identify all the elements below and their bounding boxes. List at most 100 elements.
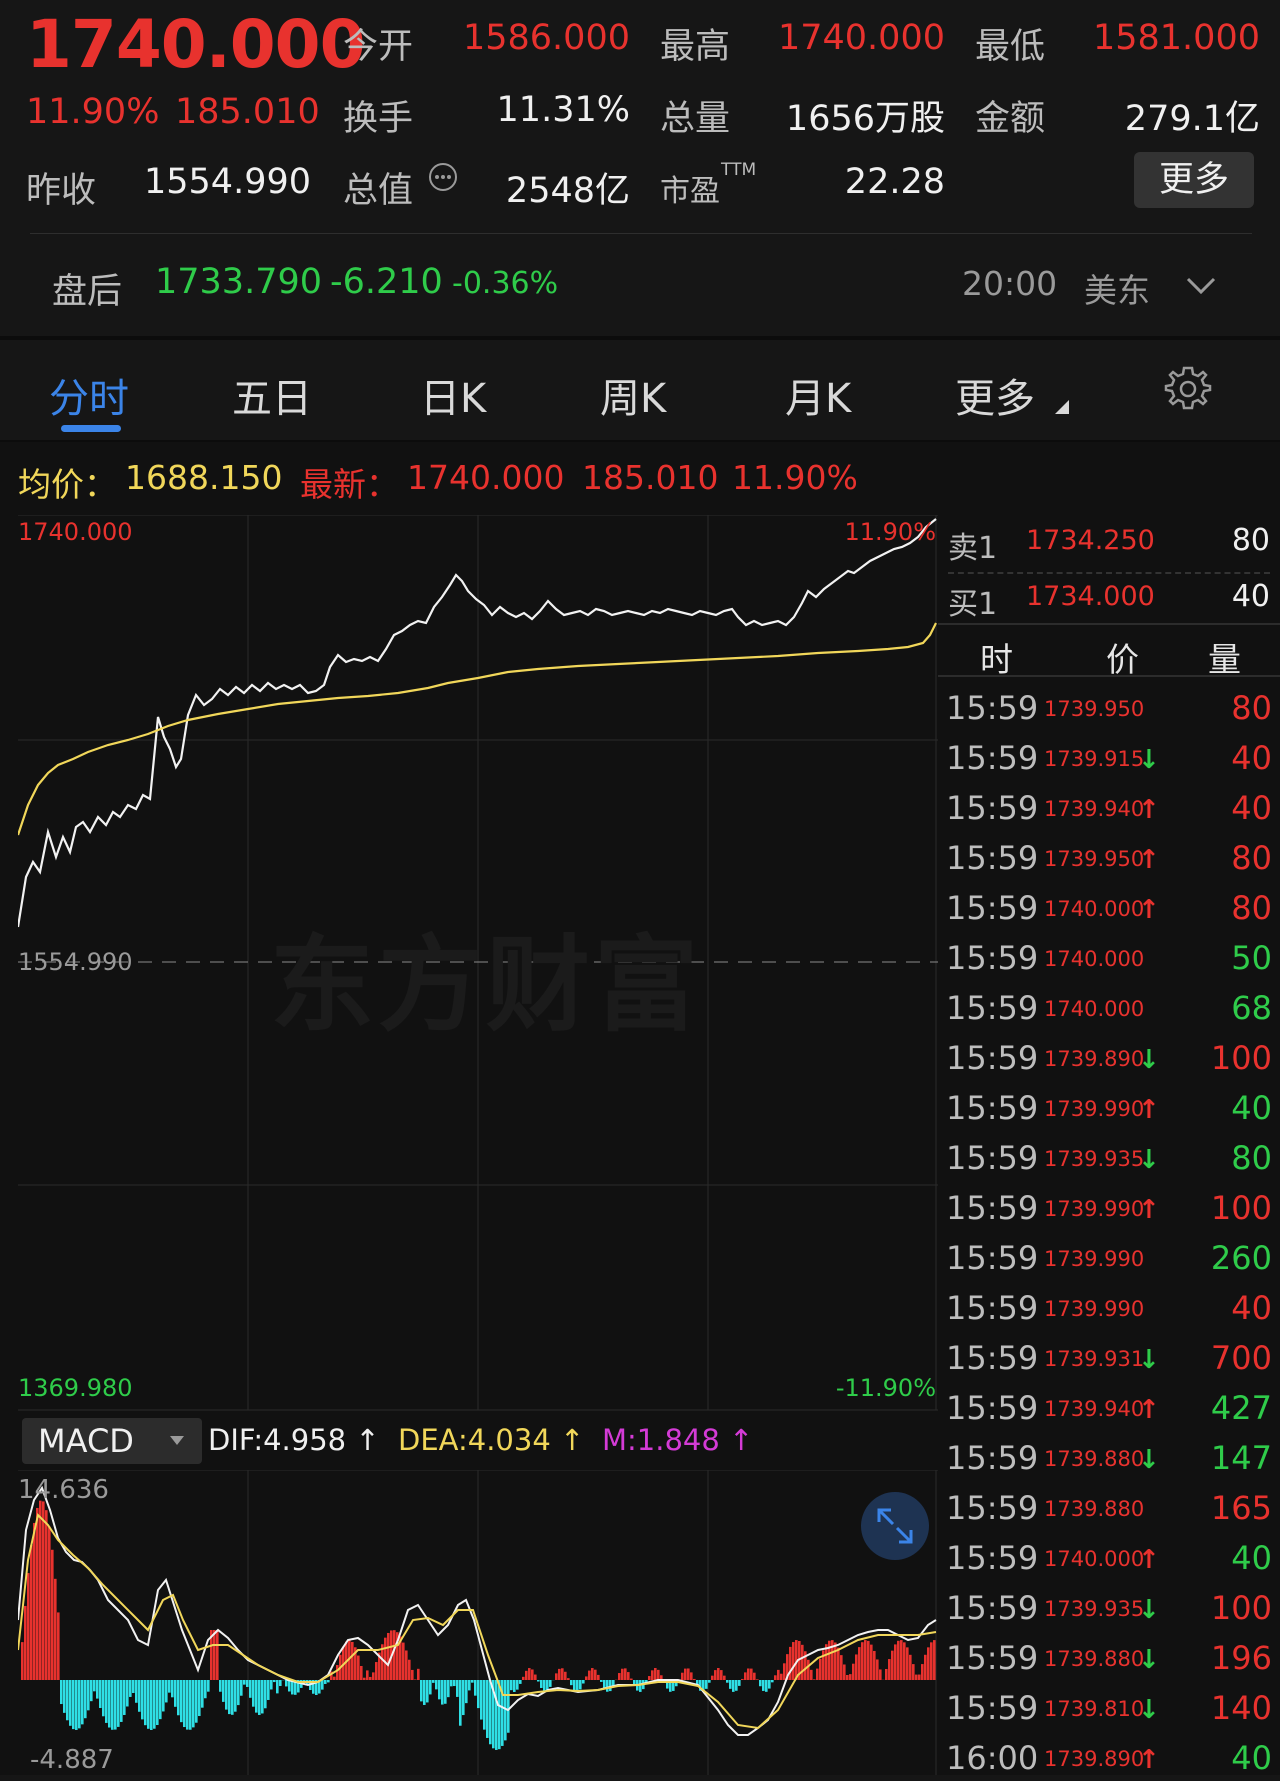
macd-bar (687, 1668, 690, 1680)
macd-bar (801, 1645, 804, 1680)
more-button[interactable]: 更多 (1134, 152, 1254, 208)
trade-time: 15:59 (946, 1389, 1038, 1427)
macd-bar (402, 1643, 405, 1680)
macd-bar (324, 1680, 327, 1684)
macd-bar (369, 1677, 372, 1680)
macd-bar (45, 1510, 48, 1680)
macd-bar (483, 1680, 486, 1730)
macd-bar (843, 1664, 846, 1680)
trades-header-divider (938, 675, 1280, 677)
macd-bar (765, 1680, 768, 1692)
pe-value: 22.28 (845, 162, 945, 202)
trade-qty: 40 (1231, 1739, 1272, 1777)
macd-bar (372, 1672, 375, 1680)
macd-bar (819, 1659, 822, 1680)
trade-price: 1739.940 (1044, 1397, 1144, 1421)
tab-weekly-k[interactable]: 周K (600, 366, 666, 424)
macd-bar (918, 1675, 921, 1680)
macd-bar (480, 1680, 483, 1720)
gear-icon[interactable] (1163, 364, 1213, 414)
tab-intraday[interactable]: 分时 (49, 366, 129, 424)
macd-bar (639, 1680, 642, 1692)
macd-bar (75, 1680, 78, 1730)
macd-bar (288, 1680, 291, 1691)
macd-bar (24, 1606, 27, 1680)
expand-chart-button[interactable] (861, 1492, 929, 1560)
axis-top-pct: 11.90% (844, 518, 936, 546)
prev-close-value: 1554.990 (144, 162, 311, 202)
macd-bar (198, 1680, 201, 1716)
chevron-down-icon[interactable] (1184, 270, 1218, 300)
macd-bar (531, 1669, 534, 1680)
macd-bar (894, 1644, 897, 1680)
trade-row: 15:591739.880↓196 (938, 1637, 1280, 1681)
trade-row: 15:591739.95080 (938, 687, 1280, 731)
macd-chart[interactable] (18, 1470, 938, 1775)
macd-bar (876, 1659, 879, 1680)
macd-bar (789, 1647, 792, 1680)
active-tab-indicator (61, 425, 121, 432)
trade-price: 1739.935 (1044, 1147, 1144, 1171)
macd-bar (726, 1680, 729, 1683)
macd-bar (651, 1670, 654, 1680)
macd-bar (420, 1680, 423, 1701)
macd-bar (468, 1680, 471, 1690)
macd-bar (729, 1680, 732, 1689)
macd-bar (177, 1680, 180, 1715)
trade-row: 15:591739.931↓700 (938, 1337, 1280, 1381)
macd-bar (873, 1651, 876, 1680)
trade-qty: 80 (1231, 839, 1272, 877)
trade-time: 15:59 (946, 739, 1038, 777)
macd-bar (606, 1680, 609, 1692)
macd-bar (594, 1670, 597, 1680)
info-circle-icon[interactable] (428, 162, 458, 192)
quote-header: 1740.000 11.90% 185.010 今开 1586.000 最高 1… (0, 0, 1280, 336)
macd-bar (120, 1680, 123, 1722)
trade-row: 15:591739.940↑427 (938, 1387, 1280, 1431)
macd-bar (42, 1501, 45, 1680)
trade-row: 15:591740.000↑80 (938, 887, 1280, 931)
tab-monthly-k[interactable]: 月K (785, 366, 851, 424)
trade-row: 15:591739.935↓100 (938, 1587, 1280, 1631)
macd-bar (258, 1680, 261, 1715)
macd-bar (705, 1680, 708, 1689)
trade-time: 15:59 (946, 1639, 1038, 1677)
tab-more[interactable]: 更多 (955, 366, 1035, 424)
macd-bar (453, 1680, 456, 1686)
trade-qty: 165 (1211, 1489, 1272, 1527)
avg-price-label: 均价： (18, 458, 117, 506)
macd-bar (327, 1680, 330, 1682)
macd-bar (87, 1680, 90, 1710)
macd-bar (654, 1668, 657, 1680)
after-hours-change: -6.210 (330, 262, 443, 302)
macd-bar (783, 1663, 786, 1680)
trade-qty: 80 (1231, 689, 1272, 727)
macd-bar (591, 1668, 594, 1680)
macd-bar (903, 1642, 906, 1680)
trade-direction-arrow: ↓ (1138, 1445, 1160, 1475)
macd-bar (255, 1680, 258, 1713)
tab-five-day[interactable]: 五日 (232, 366, 312, 424)
macd-bar (219, 1680, 222, 1692)
macd-bar (762, 1680, 765, 1691)
macd-bar (813, 1679, 816, 1680)
macd-bar (336, 1665, 339, 1680)
trade-row: 15:591739.810↓140 (938, 1687, 1280, 1731)
tab-daily-k[interactable]: 日K (420, 366, 486, 424)
macd-bar (585, 1676, 588, 1680)
macd-bar (912, 1664, 915, 1680)
macd-bar (756, 1679, 759, 1680)
macd-bar (174, 1680, 177, 1707)
ask-1-qty: 80 (1232, 523, 1270, 558)
macd-bar (849, 1674, 852, 1680)
macd-bar (132, 1680, 135, 1693)
macd-bar (351, 1642, 354, 1680)
macd-bar (405, 1650, 408, 1680)
macd-bar (867, 1641, 870, 1680)
macd-bar (150, 1680, 153, 1730)
macd-bar (603, 1680, 606, 1688)
macd-bar (192, 1680, 195, 1727)
latest-change-value: 185.010 (582, 458, 718, 497)
indicator-selector[interactable]: MACD (22, 1418, 202, 1464)
macd-bar (465, 1680, 468, 1703)
